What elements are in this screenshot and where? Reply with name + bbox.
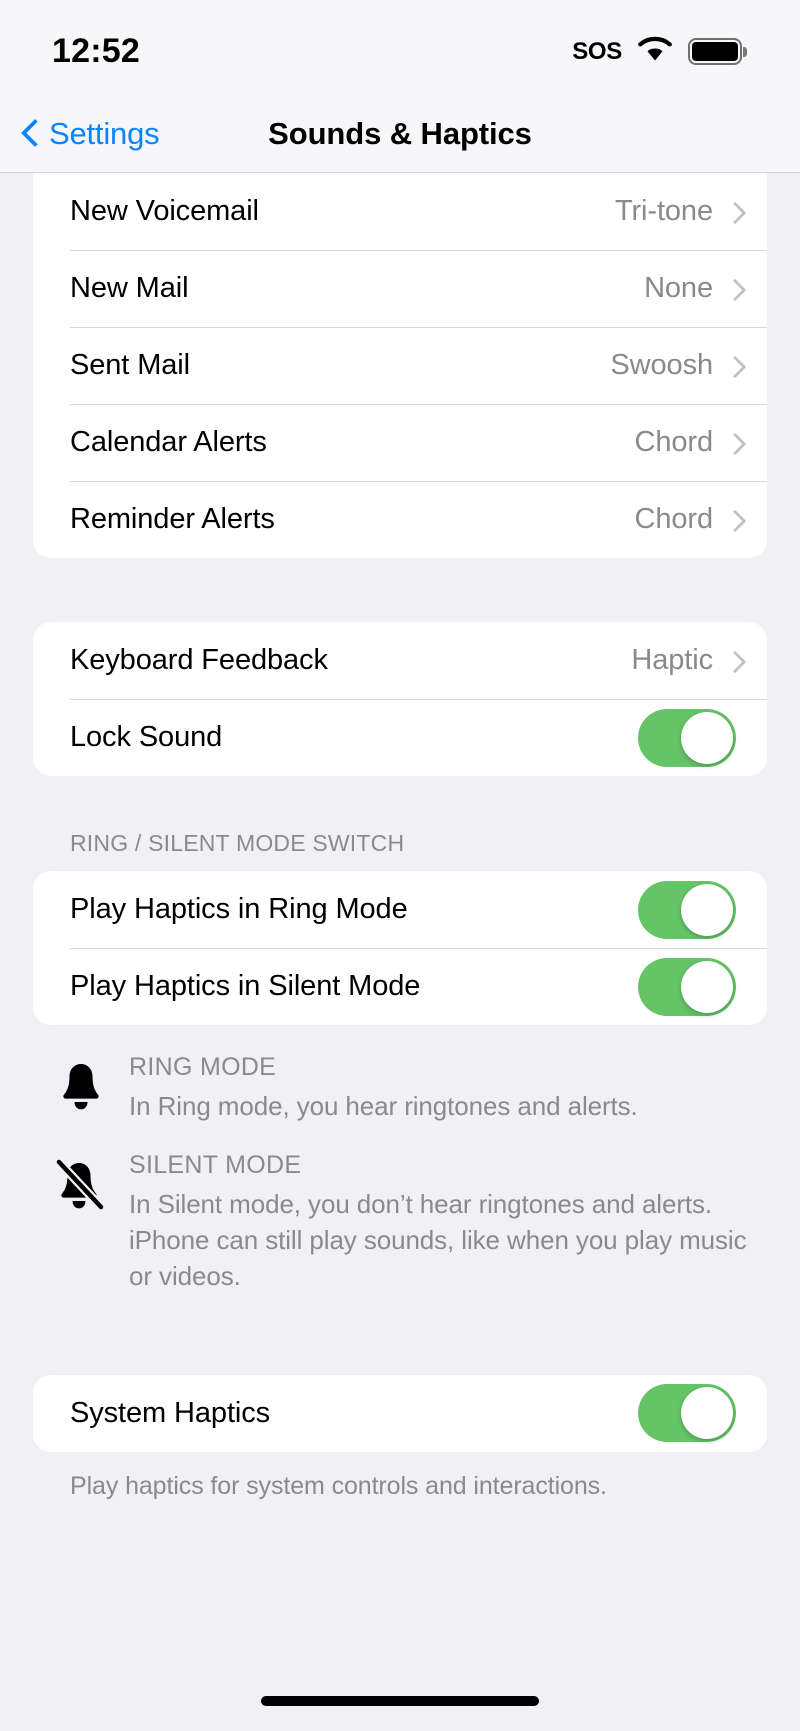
status-indicators: SOS	[572, 27, 742, 68]
mode-text: SILENT MODE In Silent mode, you don’t he…	[129, 1151, 760, 1295]
system-haptics-toggle[interactable]	[638, 1384, 736, 1442]
silent-mode-explanation: SILENT MODE In Silent mode, you don’t he…	[33, 1151, 760, 1295]
row-accessory	[638, 708, 767, 767]
sos-label: SOS	[572, 37, 622, 65]
play-haptics-silent-mode-toggle[interactable]	[638, 957, 736, 1016]
row-label: New Voicemail	[70, 195, 259, 227]
row-accessory	[638, 1384, 767, 1442]
battery-fill	[692, 42, 738, 61]
toggle-knob	[681, 883, 733, 936]
home-indicator-area	[0, 1671, 800, 1731]
row-accessory: None	[644, 272, 767, 305]
list-item[interactable]: New Voicemail Tri-tone	[33, 173, 767, 250]
mode-description: In Silent mode, you don’t hear ringtones…	[129, 1188, 747, 1291]
row-value: None	[644, 272, 713, 304]
bell-icon	[55, 1053, 107, 1125]
system-haptics-group-card: System Haptics	[33, 1374, 767, 1452]
list-item[interactable]: Calendar Alerts Chord	[33, 404, 767, 481]
row-label: Keyboard Feedback	[70, 644, 328, 676]
toggle-knob	[681, 711, 733, 764]
phone-screen: 12:52 SOS Settings Sounds & Haptics New …	[0, 0, 800, 1731]
row-label: System Haptics	[70, 1396, 271, 1429]
toggle-knob	[681, 960, 733, 1013]
row-value: Chord	[634, 426, 714, 458]
back-button[interactable]: Settings	[0, 115, 160, 152]
row-accessory	[638, 957, 767, 1016]
mode-title: RING MODE	[129, 1053, 277, 1081]
row-label: Play Haptics in Ring Mode	[70, 893, 408, 925]
row-accessory: Chord	[635, 503, 768, 536]
settings-scroll-view[interactable]: New Voicemail Tri-tone New Mail None Sen…	[0, 173, 800, 1671]
row-label: Calendar Alerts	[70, 426, 267, 458]
row-accessory: Tri-tone	[615, 195, 767, 228]
mode-explanations: RING MODE In Ring mode, you hear rington…	[0, 1053, 800, 1295]
sounds-group-card: New Voicemail Tri-tone New Mail None Sen…	[33, 173, 767, 558]
list-item[interactable]: Reminder Alerts Chord	[33, 481, 767, 558]
chevron-right-icon	[727, 278, 740, 300]
row-value: Swoosh	[610, 349, 713, 381]
chevron-right-icon	[727, 201, 740, 223]
ring-mode-explanation: RING MODE In Ring mode, you hear rington…	[33, 1053, 760, 1125]
bell-slash-icon	[55, 1151, 107, 1295]
mode-description: In Ring mode, you hear ringtones and ale…	[129, 1091, 638, 1121]
row-accessory: Haptic	[631, 644, 767, 677]
row-label: New Mail	[70, 272, 189, 304]
row-label: Reminder Alerts	[70, 503, 275, 535]
back-button-label: Settings	[49, 115, 160, 151]
row-value: Chord	[634, 503, 714, 535]
toggle-knob	[681, 1387, 733, 1439]
list-item: Play Haptics in Ring Mode	[33, 871, 767, 948]
list-item: Lock Sound	[33, 699, 767, 776]
keyboard-lock-group-card: Keyboard Feedback Haptic Lock Sound	[33, 622, 767, 776]
system-haptics-footer: Play haptics for system controls and int…	[70, 1471, 607, 1500]
chevron-left-icon	[22, 119, 40, 149]
ring-silent-section-header: RING / SILENT MODE SWITCH	[70, 830, 405, 856]
ring-silent-group-card: Play Haptics in Ring Mode Play Haptics i…	[33, 871, 767, 1025]
chevron-right-icon	[727, 509, 740, 531]
lock-sound-toggle[interactable]	[638, 708, 736, 767]
chevron-right-icon	[727, 432, 740, 454]
row-value: Tri-tone	[614, 195, 713, 227]
status-bar: 12:52 SOS	[0, 0, 800, 95]
row-accessory	[638, 880, 767, 939]
status-time: 12:52	[52, 32, 140, 70]
mode-text: RING MODE In Ring mode, you hear rington…	[129, 1053, 760, 1125]
play-haptics-ring-mode-toggle[interactable]	[638, 880, 736, 939]
row-accessory: Swoosh	[610, 349, 767, 382]
list-item: System Haptics	[33, 1375, 767, 1452]
row-value: Haptic	[631, 644, 713, 676]
list-item[interactable]: Sent Mail Swoosh	[33, 327, 767, 404]
battery-icon	[688, 38, 742, 65]
list-item[interactable]: New Mail None	[33, 250, 767, 327]
row-label: Lock Sound	[70, 721, 223, 753]
home-indicator[interactable]	[261, 1696, 539, 1706]
row-label: Play Haptics in Silent Mode	[70, 970, 421, 1002]
chevron-right-icon	[727, 355, 740, 377]
list-item[interactable]: Keyboard Feedback Haptic	[33, 622, 767, 699]
row-label: Sent Mail	[70, 349, 190, 381]
navigation-bar: Settings Sounds & Haptics	[0, 95, 800, 173]
mode-title: SILENT MODE	[129, 1150, 302, 1179]
wifi-icon	[636, 35, 674, 68]
list-item: Play Haptics in Silent Mode	[33, 948, 767, 1025]
row-accessory: Chord	[635, 426, 768, 459]
chevron-right-icon	[727, 650, 740, 672]
